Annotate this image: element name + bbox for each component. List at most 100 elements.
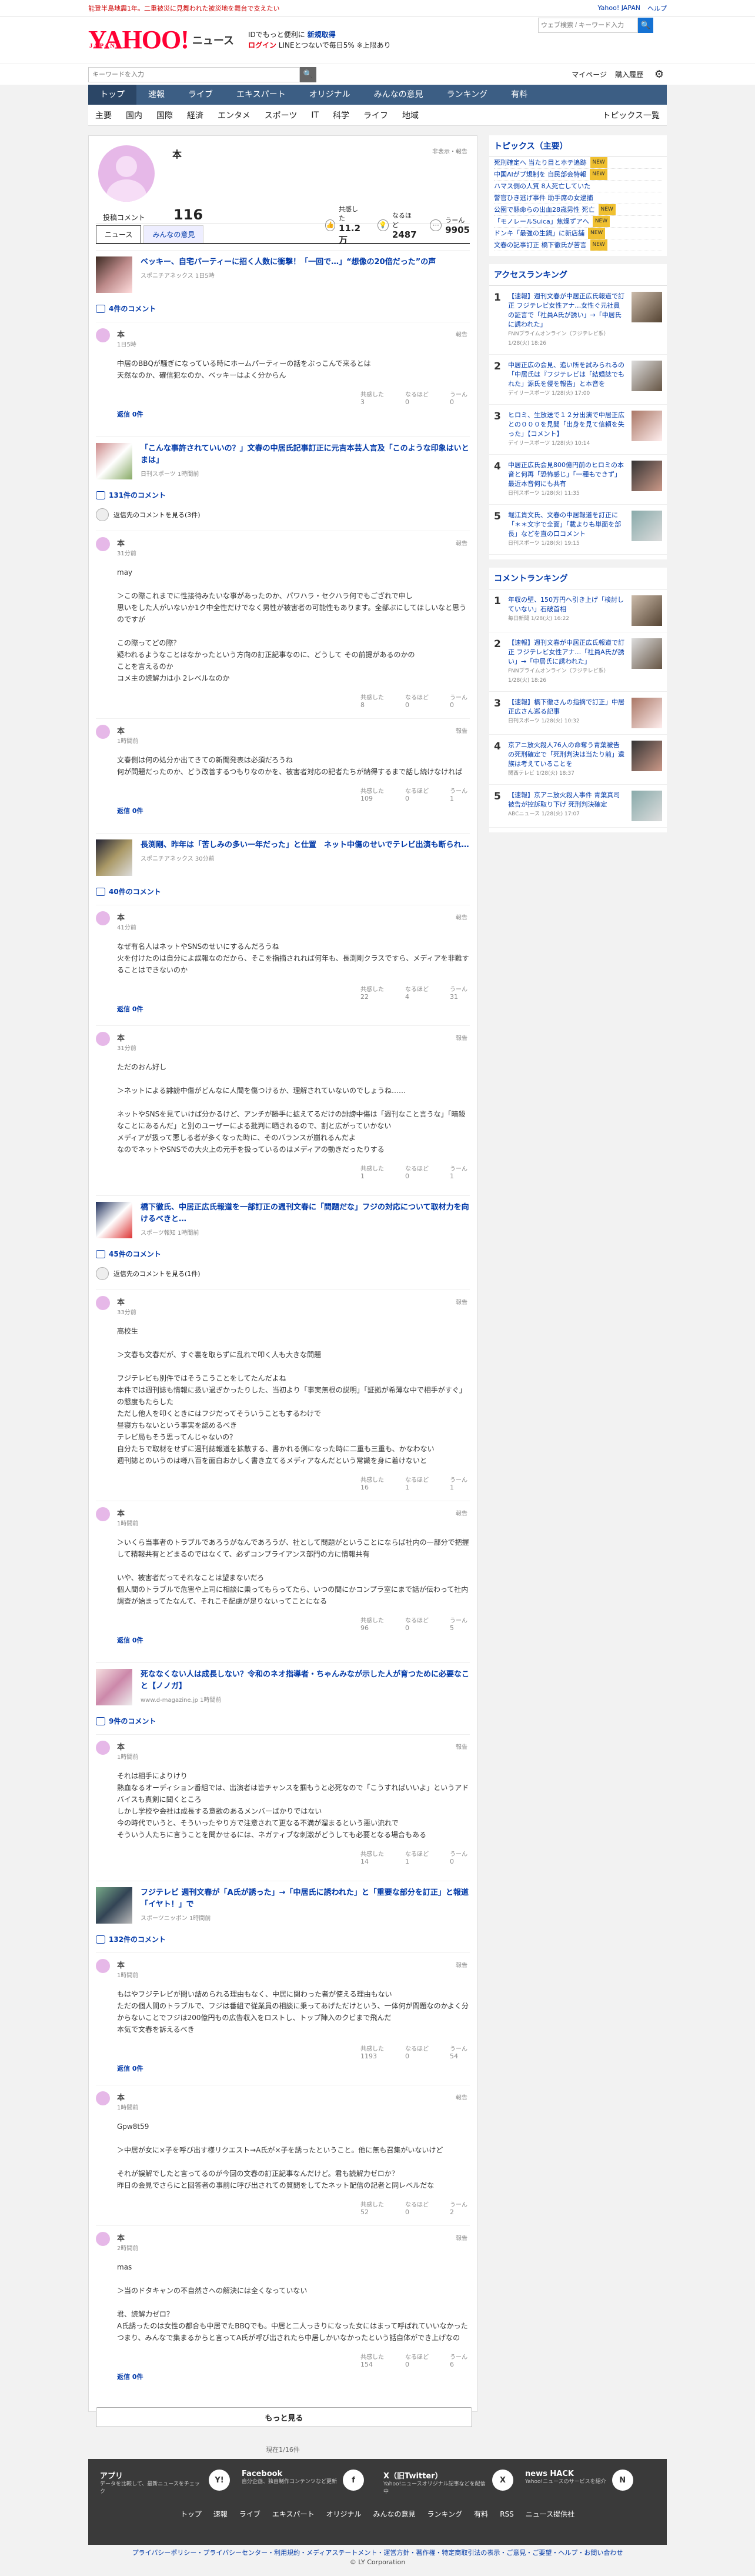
footer-nav-item[interactable]: 有料: [474, 2510, 488, 2518]
cat-economy[interactable]: 経済: [180, 109, 211, 121]
topic-item[interactable]: 公園で懸命らの出血28歳男性 死亡 NEW: [494, 204, 662, 216]
tab-opinion[interactable]: みんなの意見: [143, 225, 204, 243]
empathy-button[interactable]: 共感した 3: [360, 389, 384, 406]
ranking-thumbnail[interactable]: [632, 292, 662, 322]
comment-author[interactable]: 本: [117, 1507, 470, 1518]
comment-count-link[interactable]: 131件のコメント: [96, 490, 470, 500]
report-link[interactable]: 報告: [456, 2092, 467, 2101]
report-link[interactable]: 報告: [456, 1742, 467, 1751]
keyword-input[interactable]: [88, 66, 300, 82]
parent-comment-link[interactable]: 返信先のコメントを見る(1件): [96, 1267, 470, 1280]
avatar[interactable]: [96, 1507, 110, 1521]
naruhodo-button[interactable]: なるほど 0: [405, 389, 429, 406]
gnav-ranking[interactable]: ランキング: [435, 85, 500, 105]
ranking-item[interactable]: 4 京アニ放火殺人76人の命奪う青葉被告の死刑確定で「死刑判決は当たり前」遺族は考…: [489, 735, 667, 785]
ranking-thumbnail[interactable]: [632, 511, 662, 541]
empathy-button[interactable]: 共感した 16: [360, 1475, 384, 1491]
empathy-button[interactable]: 共感した 8: [360, 692, 384, 709]
ranking-item[interactable]: 5 【速報】京アニ放火殺人事件 青葉真司被告が控訴取り下げ 死刑判決確定 ABCニュ…: [489, 785, 667, 828]
hmm-button[interactable]: うーん 1: [450, 1164, 467, 1180]
footer-app-icon[interactable]: Y!: [209, 2470, 230, 2491]
empathy-button[interactable]: 共感した 14: [360, 1849, 384, 1865]
article-thumbnail[interactable]: [96, 1887, 132, 1924]
naruhodo-button[interactable]: なるほど 0: [405, 1164, 429, 1180]
empathy-button[interactable]: 共感した 52: [360, 2200, 384, 2216]
cat-sports[interactable]: スポーツ: [258, 109, 305, 121]
comment-count-link[interactable]: 4件のコメント: [96, 304, 470, 314]
replies-link[interactable]: 返信 0件: [117, 409, 470, 419]
topic-item[interactable]: ドンキ「最強の生鍋」に新店舗 NEW: [494, 228, 662, 239]
comment-author[interactable]: 本: [117, 328, 470, 339]
topics-list-link[interactable]: トピックス一覧: [595, 109, 667, 121]
naruhodo-button[interactable]: なるほど 0: [405, 2200, 429, 2216]
replies-link[interactable]: 返信 0件: [117, 1635, 470, 1645]
gnav-top[interactable]: トップ: [88, 85, 136, 105]
report-link[interactable]: 報告: [456, 912, 467, 921]
ranking-thumbnail[interactable]: [632, 791, 662, 821]
naruhodo-button[interactable]: なるほど 1: [405, 1475, 429, 1491]
article-title[interactable]: 「こんな事許されていいの？」文春の中居氏記事訂正に元吉本芸人言及「このような印象…: [141, 443, 470, 466]
login-link[interactable]: ログイン: [248, 41, 276, 49]
naruhodo-button[interactable]: なるほど 0: [405, 2352, 429, 2368]
footer-nav-item[interactable]: みんなの意見: [373, 2510, 416, 2518]
footer-nav-item[interactable]: オリジナル: [326, 2510, 362, 2518]
hmm-button[interactable]: うーん 31: [450, 984, 467, 1001]
search-icon[interactable]: 🔍: [638, 18, 653, 33]
naruhodo-button[interactable]: なるほど 0: [405, 1615, 429, 1632]
replies-link[interactable]: 返信 0件: [117, 806, 470, 815]
naruhodo-button[interactable]: なるほど 0: [405, 692, 429, 709]
gnav-flash[interactable]: 速報: [136, 85, 176, 105]
ranking-thumbnail[interactable]: [632, 638, 662, 669]
ranking-item[interactable]: 1 年収の壁、150万円へ引き上げ「検討していない」石破首相 毎日新聞 1/28(火…: [489, 589, 667, 632]
article-title[interactable]: 死ななくない人は成長しない？令和のネオ指導者・ちゃんみなが示した人が育つために必…: [141, 1669, 470, 1692]
replies-link[interactable]: 返信 0件: [117, 1004, 470, 1014]
footer-nav-item[interactable]: ニュース提供社: [526, 2510, 574, 2518]
article-header[interactable]: 死ななくない人は成長しない？令和のネオ指導者・ちゃんみなが示した人が育つために必…: [96, 1662, 470, 1711]
report-link[interactable]: 報告: [456, 2233, 467, 2242]
comment-author[interactable]: 本: [117, 537, 470, 548]
empathy-button[interactable]: 共感した 109: [360, 786, 384, 802]
gnav-paid[interactable]: 有料: [499, 85, 539, 105]
empathy-button[interactable]: 共感した 22: [360, 984, 384, 1001]
topic-item[interactable]: 死刑確定へ 当たり目とホテ追跡 NEW: [494, 157, 662, 169]
avatar[interactable]: [96, 1741, 110, 1755]
article-header[interactable]: 「こんな事許されていいの？」文春の中居氏記事訂正に元吉本芸人言及「このような印象…: [96, 436, 470, 485]
footer-col[interactable]: X（旧Twitter） Yahoo!ニュースオリジナル記事などを配信中 X: [383, 2470, 513, 2496]
article-thumbnail[interactable]: [96, 839, 132, 876]
mypage-link[interactable]: マイページ: [572, 69, 607, 79]
avatar[interactable]: [96, 537, 110, 551]
cat-domestic[interactable]: 国内: [119, 109, 149, 121]
help-link[interactable]: ヘルプ: [647, 4, 667, 13]
more-button[interactable]: もっと見る: [96, 2407, 472, 2427]
replies-link[interactable]: 返信 0件: [117, 2064, 470, 2073]
report-link[interactable]: 報告: [456, 726, 467, 735]
purchase-link[interactable]: 購入履歴: [615, 69, 643, 79]
comment-author[interactable]: 本: [117, 2091, 470, 2102]
comment-author[interactable]: 本: [117, 1296, 470, 1307]
comment-author[interactable]: 本: [117, 1032, 470, 1043]
article-title[interactable]: 橋下徹氏、中居正広氏報道を一部訂正の週刊文春に「問題だな」フジの対応について取材…: [141, 1202, 470, 1225]
replies-link[interactable]: 返信 0件: [117, 2372, 470, 2381]
ranking-item[interactable]: 3 ヒロミ、生放送で１２分出演で中居正広との０００を見聞「出身を見て信頼を失った」…: [489, 405, 667, 455]
article-header[interactable]: フジテレビ 週刊文春が「A氏が誘った」→「中居氏に誘われた」と「重要な部分を訂正…: [96, 1881, 470, 1929]
cat-main[interactable]: 主要: [88, 109, 119, 121]
cat-entertainment[interactable]: エンタメ: [211, 109, 258, 121]
article-thumbnail[interactable]: [96, 443, 132, 479]
article-header[interactable]: ベッキー、自宅パーティーに招く人数に衝撃！「一回で…」“想像の20倍だった”の声…: [96, 250, 470, 299]
gear-icon[interactable]: ⚙: [652, 67, 667, 82]
cat-it[interactable]: IT: [304, 111, 326, 120]
footer-nav-item[interactable]: ランキング: [427, 2510, 463, 2518]
avatar[interactable]: [96, 2232, 110, 2246]
report-link[interactable]: 報告: [456, 1297, 467, 1306]
comment-count-link[interactable]: 132件のコメント: [96, 1934, 470, 1944]
topic-item[interactable]: 警官ひき逃げ事件 助手席の女逮捕: [494, 192, 662, 204]
comment-author[interactable]: 本: [117, 725, 470, 736]
footer-app-icon[interactable]: f: [343, 2470, 365, 2491]
avatar[interactable]: [96, 1296, 110, 1310]
hmm-button[interactable]: うーん 1: [450, 786, 467, 802]
web-search-input[interactable]: [538, 18, 638, 33]
report-link[interactable]: 報告: [456, 329, 467, 338]
topic-item[interactable]: ハマス側の人質 8人死亡していた: [494, 181, 662, 192]
legal-text[interactable]: プライバシーポリシー・プライバシーセンター・利用規約・メディアステートメント・運…: [0, 2548, 755, 2558]
ranking-item[interactable]: 2 【速報】週刊文春が中居正広氏報道で訂正 フジテレビ女性アナ…「社員A氏が誘い」…: [489, 632, 667, 692]
